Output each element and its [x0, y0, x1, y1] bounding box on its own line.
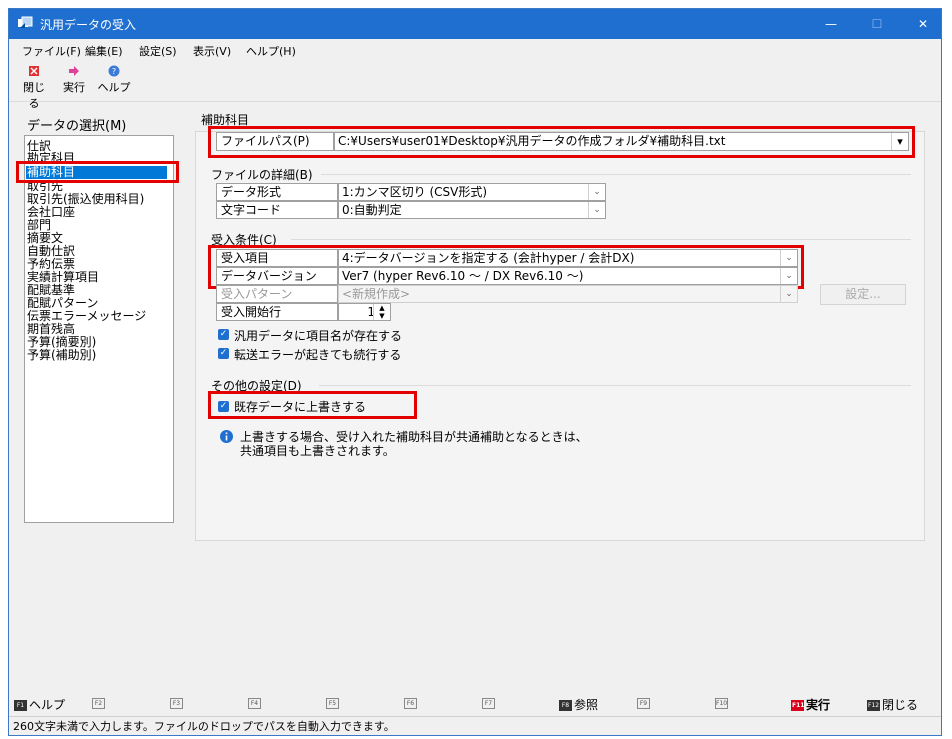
- info-icon: [220, 430, 233, 443]
- f8-label: 参照: [574, 698, 599, 712]
- toolbar-help-button[interactable]: ? ヘルプ: [96, 65, 132, 95]
- run-arrow-icon: [69, 66, 79, 76]
- pattern-settings-button[interactable]: 設定...: [820, 284, 906, 305]
- f11-key-icon: F11: [791, 700, 805, 711]
- checkbox-header-exists-label: 汎用データに項目名が存在する: [234, 329, 403, 343]
- checkbox-header-exists[interactable]: ✓: [218, 329, 229, 340]
- f11-label: 実行: [806, 698, 831, 712]
- start-row-input[interactable]: 1 ▲ ▼: [338, 303, 391, 321]
- f11-run-button[interactable]: F11 実行: [791, 696, 830, 713]
- minimize-button[interactable]: —: [809, 9, 853, 39]
- f12-label: 閉じる: [882, 698, 919, 712]
- spinner-icon[interactable]: ▲ ▼: [373, 304, 390, 320]
- receive-pattern-label: 受入パターン: [216, 285, 338, 303]
- menu-settings[interactable]: 設定(S): [139, 43, 177, 59]
- encoding-value: 0:自動判定: [342, 203, 402, 217]
- f9-key-icon: F9: [637, 698, 650, 709]
- f12-close-button[interactable]: F12 閉じる: [867, 696, 918, 713]
- highlight-box: [208, 126, 915, 158]
- app-window: 汎用データの受入 — ☐ ✕ ファイル(F) 編集(E) 設定(S) 表示(V)…: [8, 8, 942, 736]
- toolbar-close-button[interactable]: 閉じる: [18, 65, 50, 111]
- data-format-value: 1:カンマ区切り (CSV形式): [342, 185, 488, 199]
- window-title: 汎用データの受入: [40, 18, 137, 32]
- menu-edit[interactable]: 編集(E): [85, 43, 123, 59]
- f9-button[interactable]: F9: [637, 696, 652, 710]
- maximize-button[interactable]: ☐: [855, 9, 899, 39]
- f2-button[interactable]: F2: [92, 696, 107, 710]
- f10-button[interactable]: F10: [715, 696, 730, 710]
- data-format-select[interactable]: 1:カンマ区切り (CSV形式) ⌄: [338, 183, 606, 201]
- receive-pattern-value: <新規作成>: [342, 287, 411, 301]
- checkbox-continue-on-error[interactable]: ✓: [218, 348, 229, 359]
- checkbox-continue-on-error-label: 転送エラーが起きても続行する: [234, 348, 402, 362]
- chevron-down-icon: ⌄: [780, 286, 797, 302]
- divider: [321, 174, 911, 175]
- f6-button[interactable]: F6: [404, 696, 419, 710]
- close-window-button[interactable]: ✕: [901, 9, 945, 39]
- receive-pattern-select[interactable]: <新規作成> ⌄: [338, 285, 798, 303]
- f2-key-icon: F2: [92, 698, 105, 709]
- menu-bar: ファイル(F) 編集(E) 設定(S) 表示(V) ヘルプ(H): [9, 39, 941, 61]
- app-icon: [18, 16, 33, 28]
- f6-key-icon: F6: [404, 698, 417, 709]
- f7-button[interactable]: F7: [482, 696, 497, 710]
- f8-key-icon: F8: [559, 700, 572, 711]
- function-key-bar: F1 ヘルプ F2 F3 F4 F5 F6 F7 F8 参照 F9 F10 F11 実…: [9, 693, 941, 713]
- chevron-down-icon: ⌄: [588, 184, 605, 200]
- encoding-select[interactable]: 0:自動判定 ⌄: [338, 201, 606, 219]
- list-item[interactable]: 予算(補助別): [27, 349, 96, 362]
- title-bar: 汎用データの受入 — ☐ ✕: [9, 9, 941, 39]
- close-icon: [29, 66, 39, 76]
- divider: [319, 385, 911, 386]
- toolbar-close-label: 閉じる: [23, 81, 45, 110]
- data-selection-title: データの選択(M): [27, 119, 127, 134]
- f5-key-icon: F5: [326, 698, 339, 709]
- toolbar: 閉じる 実行 ? ヘルプ: [9, 61, 941, 110]
- chevron-down-icon: ⌄: [588, 202, 605, 218]
- svg-text:?: ?: [112, 67, 116, 76]
- f3-button[interactable]: F3: [170, 696, 185, 710]
- f10-key-icon: F10: [715, 698, 728, 709]
- f1-key-icon: F1: [14, 700, 27, 711]
- data-selection-list[interactable]: 仕訳 勘定科目 補助科目 取引先 取引先(振込使用科目) 会社口座 部門 摘要文…: [24, 135, 174, 523]
- data-format-label: データ形式: [216, 183, 338, 201]
- toolbar-run-label: 実行: [63, 81, 85, 94]
- f1-help-button[interactable]: F1 ヘルプ: [14, 696, 65, 713]
- highlight-box: [208, 245, 804, 289]
- encoding-label: 文字コード: [216, 201, 338, 219]
- toolbar-run-button[interactable]: 実行: [61, 65, 87, 95]
- divider: [291, 239, 911, 240]
- highlight-box: [16, 161, 179, 183]
- status-bar: 260文字未満で入力します。ファイルのドロップでパスを自動入力できます。: [9, 716, 941, 736]
- menu-view[interactable]: 表示(V): [193, 43, 231, 59]
- f12-key-icon: F12: [867, 700, 880, 711]
- f1-label: ヘルプ: [29, 698, 66, 712]
- menu-file[interactable]: ファイル(F): [22, 43, 81, 59]
- toolbar-help-label: ヘルプ: [97, 81, 131, 94]
- f5-button[interactable]: F5: [326, 696, 341, 710]
- f7-key-icon: F7: [482, 698, 495, 709]
- help-icon: ?: [108, 65, 120, 77]
- highlight-box: [208, 391, 417, 419]
- file-details-title: ファイルの詳細(B): [211, 168, 313, 182]
- f4-key-icon: F4: [248, 698, 261, 709]
- f4-button[interactable]: F4: [248, 696, 263, 710]
- f8-reference-button[interactable]: F8 参照: [559, 696, 598, 713]
- start-row-label: 受入開始行: [216, 303, 338, 321]
- info-text-line2: 共通項目も上書きされます。: [240, 444, 395, 458]
- menu-help[interactable]: ヘルプ(H): [246, 43, 296, 59]
- f3-key-icon: F3: [170, 698, 183, 709]
